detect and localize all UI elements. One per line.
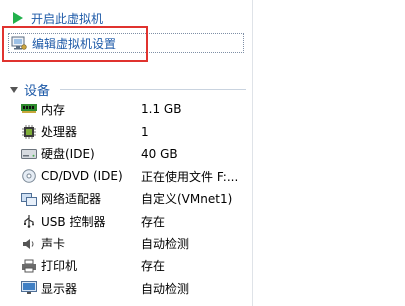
device-value: 1 [141, 124, 149, 139]
printer-icon [20, 258, 38, 274]
device-value: 存在 [141, 214, 166, 229]
device-name: 声卡 [41, 237, 66, 252]
device-row-printer[interactable]: 打印机 存在 [20, 255, 252, 277]
network-adapter-icon [20, 191, 38, 207]
device-value: 自动检测 [141, 237, 190, 252]
vm-summary-panel: 开启此虚拟机 编辑虚拟机设置 设备 内存 1.1 GB 处理器 1 硬盘(IDE… [0, 0, 252, 306]
edit-vm-settings-label: 编辑虚拟机设置 [32, 36, 117, 51]
device-row-memory[interactable]: 内存 1.1 GB [20, 98, 252, 120]
device-row-processor[interactable]: 处理器 1 [20, 120, 252, 142]
vm-settings-icon [11, 35, 27, 51]
processor-icon [20, 124, 38, 140]
device-row-network-adapter[interactable]: 网络适配器 自定义(VMnet1) [20, 188, 252, 210]
device-list: 内存 1.1 GB 处理器 1 硬盘(IDE) 40 GB CD/DVD (ID… [20, 98, 252, 300]
device-name: 显示器 [41, 281, 78, 296]
device-value: 存在 [141, 259, 166, 274]
display-icon [20, 280, 38, 296]
device-row-display[interactable]: 显示器 自动检测 [20, 277, 252, 299]
device-row-hard-disk[interactable]: 硬盘(IDE) 40 GB [20, 143, 252, 165]
usb-icon [20, 213, 38, 229]
power-on-vm-link[interactable]: 开启此虚拟机 [10, 8, 103, 28]
device-row-sound-card[interactable]: 声卡 自动检测 [20, 232, 252, 254]
device-name: USB 控制器 [41, 214, 106, 229]
memory-icon [20, 101, 38, 117]
device-name: 网络适配器 [41, 192, 102, 207]
edit-vm-settings-link[interactable]: 编辑虚拟机设置 [8, 33, 244, 53]
device-row-cd-dvd[interactable]: CD/DVD (IDE) 正在使用文件 F:... [20, 165, 252, 187]
device-row-usb-controller[interactable]: USB 控制器 存在 [20, 210, 252, 232]
device-name: 打印机 [41, 259, 78, 274]
device-value: 自定义(VMnet1) [141, 192, 233, 207]
device-name: CD/DVD (IDE) [41, 169, 123, 184]
power-on-vm-label: 开启此虚拟机 [31, 11, 104, 26]
panel-divider [252, 0, 253, 306]
cd-dvd-icon [20, 168, 38, 184]
section-divider [60, 89, 246, 90]
device-value: 40 GB [141, 146, 178, 161]
device-value: 1.1 GB [141, 102, 182, 117]
device-value: 正在使用文件 F:... [141, 169, 239, 184]
device-name: 硬盘(IDE) [41, 147, 95, 162]
devices-section-header[interactable]: 设备 [10, 80, 50, 99]
sound-card-icon [20, 236, 38, 252]
hard-disk-icon [20, 146, 38, 162]
device-name: 内存 [41, 102, 66, 117]
devices-section-title: 设备 [24, 84, 51, 99]
collapse-triangle-icon[interactable] [10, 86, 18, 93]
device-name: 处理器 [41, 125, 78, 140]
play-icon [10, 10, 26, 26]
device-value: 自动检测 [141, 281, 190, 296]
